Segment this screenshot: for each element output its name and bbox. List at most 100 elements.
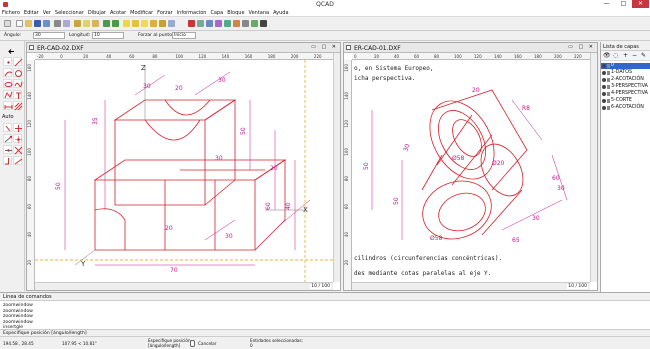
- eye-icon[interactable]: [602, 99, 606, 103]
- arc-tool-icon[interactable]: [3, 68, 13, 77]
- spline-tool-icon[interactable]: [13, 79, 23, 88]
- layer-item[interactable]: 1-DATOS: [601, 70, 650, 76]
- lock-icon[interactable]: [607, 64, 610, 68]
- snap-distance-icon[interactable]: [13, 156, 23, 165]
- zoom-out-icon[interactable]: [132, 20, 139, 27]
- menu-ventana[interactable]: Ventana: [247, 9, 272, 17]
- close-button[interactable]: ✕: [632, 0, 649, 8]
- menu-editar[interactable]: Editar: [22, 9, 41, 17]
- layer-list-icon[interactable]: [206, 20, 213, 27]
- lock-icon[interactable]: [607, 106, 610, 110]
- pen-icon[interactable]: [188, 20, 195, 27]
- redo-icon[interactable]: [112, 20, 119, 27]
- auto-snap-label[interactable]: Auto: [2, 114, 14, 120]
- snap-icon[interactable]: [251, 20, 258, 27]
- ellipse-tool-icon[interactable]: [3, 79, 13, 88]
- snap-perpendicular-icon[interactable]: [3, 156, 12, 165]
- add-layer-icon[interactable]: +: [623, 52, 628, 59]
- vertical-scrollbar[interactable]: [333, 53, 340, 282]
- lock-icon[interactable]: [607, 99, 610, 103]
- window-buttons[interactable]: ▭ □ ✕: [568, 44, 595, 50]
- lock-icon[interactable]: [607, 78, 610, 82]
- lock-icon[interactable]: [607, 92, 610, 96]
- snap-center-icon[interactable]: [13, 134, 22, 143]
- menu-seleccionar[interactable]: Seleccionar: [53, 9, 86, 17]
- menu-forzar[interactable]: Forzar: [155, 9, 175, 17]
- paste-icon[interactable]: [92, 20, 99, 27]
- show-all-layers-icon[interactable]: 👁: [603, 52, 611, 59]
- eye-icon[interactable]: [602, 71, 606, 75]
- eye-icon[interactable]: [602, 92, 606, 96]
- snap-free-icon[interactable]: [3, 123, 12, 132]
- lock-icon[interactable]: [607, 71, 610, 75]
- pointer-icon[interactable]: [4, 20, 11, 27]
- open-folder-icon[interactable]: [25, 20, 32, 27]
- zoom-in-icon[interactable]: [123, 20, 130, 27]
- menu-ayuda[interactable]: Ayuda: [271, 9, 290, 17]
- line-tool-icon[interactable]: [13, 57, 23, 67]
- vertical-scrollbar[interactable]: [590, 53, 597, 282]
- cut-icon[interactable]: [74, 20, 81, 27]
- menu-bloque[interactable]: Bloque: [225, 9, 246, 17]
- eye-icon[interactable]: [602, 106, 606, 110]
- layer-item[interactable]: 6-ACOTACIÓN: [601, 105, 650, 111]
- snap-intersection-icon[interactable]: [13, 145, 23, 155]
- menu-fichero[interactable]: Fichero: [0, 9, 22, 17]
- snap-point-select[interactable]: Inicio: [172, 32, 196, 39]
- options-icon[interactable]: [242, 20, 249, 27]
- library-icon[interactable]: [224, 20, 231, 27]
- menu-modificar[interactable]: Modificar: [128, 9, 155, 17]
- eye-icon[interactable]: [602, 85, 606, 89]
- command-prompt[interactable]: Especifique posición [ángulo/length]: [0, 329, 650, 336]
- snap-endpoint-icon[interactable]: [3, 134, 13, 143]
- circle-tool-icon[interactable]: [13, 68, 22, 77]
- menu-dibujar[interactable]: Dibujar: [86, 9, 108, 17]
- lock-icon[interactable]: [607, 85, 610, 89]
- new-file-icon[interactable]: [16, 20, 23, 27]
- zoom-auto-icon[interactable]: [141, 20, 148, 27]
- snap-midpoint-icon[interactable]: [3, 145, 12, 154]
- redraw-icon[interactable]: [168, 20, 175, 27]
- snap-grid-icon[interactable]: [13, 123, 22, 132]
- layer-item[interactable]: 0: [601, 63, 650, 69]
- layer-item[interactable]: 2-ACOTACIÓN: [601, 77, 650, 83]
- block-list-icon[interactable]: [215, 20, 222, 27]
- eye-icon[interactable]: [602, 64, 606, 68]
- layer-item[interactable]: 5-CORTE: [601, 98, 650, 104]
- maximize-button[interactable]: □: [615, 0, 632, 8]
- grid-icon[interactable]: [197, 20, 204, 27]
- horizontal-scrollbar[interactable]: [352, 282, 590, 290]
- minimize-button[interactable]: —: [598, 0, 615, 8]
- menu-acotar[interactable]: Acotar: [108, 9, 128, 17]
- command-line-icon[interactable]: [233, 20, 240, 27]
- hatch-tool-icon[interactable]: [13, 101, 23, 111]
- edit-layer-icon[interactable]: ✎: [641, 52, 646, 59]
- zoom-pan-icon[interactable]: [159, 20, 166, 27]
- settings-gear-icon[interactable]: [260, 20, 267, 27]
- window-buttons[interactable]: ▭ □ ✕: [311, 44, 338, 50]
- print-icon[interactable]: [54, 20, 61, 27]
- point-tool-icon[interactable]: [3, 57, 12, 66]
- text-tool-icon[interactable]: [13, 90, 22, 99]
- zoom-window-icon[interactable]: [150, 20, 157, 27]
- menu-capa[interactable]: Capa: [208, 9, 225, 17]
- drawing-canvas[interactable]: 35 30 20 30 50 30 20 50 60 20 40 30 70 Z…: [35, 60, 333, 282]
- drawing-canvas[interactable]: o, en Sistema Europeo, icha perspectiva.…: [352, 60, 590, 282]
- angle-field[interactable]: 30: [33, 32, 65, 39]
- copy-icon[interactable]: [83, 20, 90, 27]
- hide-all-layers-icon[interactable]: ◌: [613, 52, 618, 59]
- menu-ver[interactable]: Ver: [41, 9, 53, 17]
- remove-layer-icon[interactable]: −: [632, 52, 637, 59]
- print-preview-icon[interactable]: [63, 20, 70, 27]
- save-as-icon[interactable]: [43, 20, 50, 27]
- back-arrow-icon[interactable]: [7, 47, 16, 56]
- eye-icon[interactable]: [602, 78, 606, 82]
- length-field[interactable]: 10: [92, 32, 124, 39]
- layer-item[interactable]: 3-PERSPECTIVA: [601, 84, 650, 90]
- menu-informacion[interactable]: Información: [175, 9, 209, 17]
- save-icon[interactable]: [34, 20, 41, 27]
- dimension-tool-icon[interactable]: [3, 101, 13, 110]
- polyline-tool-icon[interactable]: [3, 90, 13, 99]
- horizontal-scrollbar[interactable]: [35, 282, 333, 290]
- layer-item[interactable]: 4-PERSPECTIVA: [601, 91, 650, 97]
